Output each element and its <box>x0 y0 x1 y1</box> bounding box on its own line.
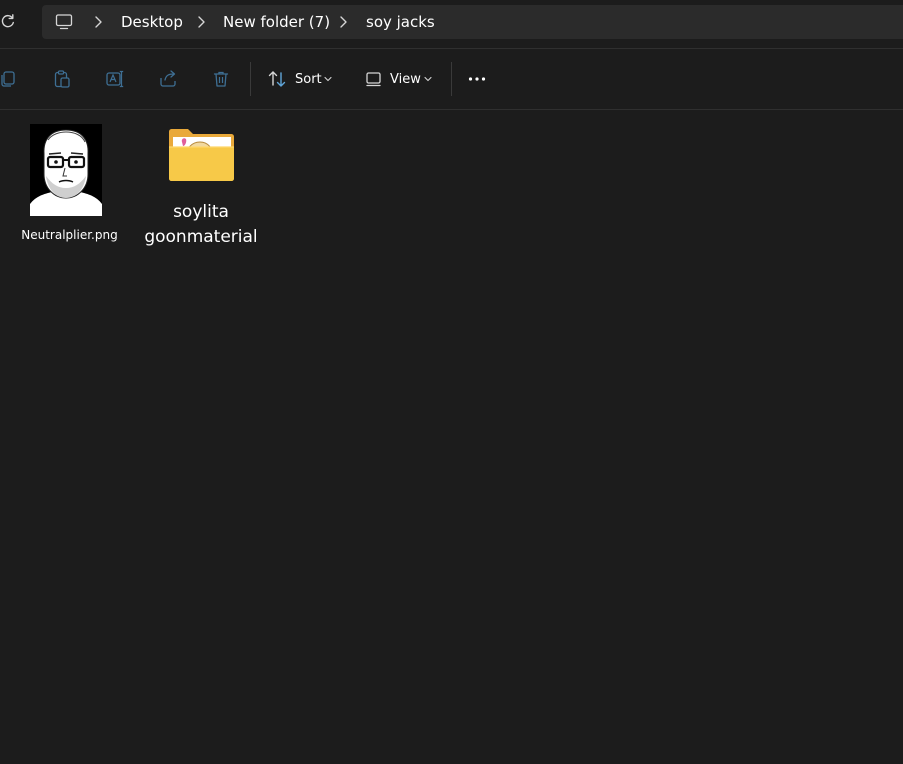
view-icon[interactable] <box>364 69 384 89</box>
address-bar: Desktop New folder (7) soy jacks <box>0 0 903 48</box>
file-view[interactable]: Neutralplier.png soylita goonmaterial <box>0 110 903 764</box>
command-bar: Sort View <box>0 49 903 109</box>
file-item[interactable]: Neutralplier.png <box>0 110 140 250</box>
image-thumbnail[interactable] <box>30 124 102 216</box>
folder-icon[interactable] <box>168 128 235 182</box>
breadcrumb[interactable]: Desktop New folder (7) soy jacks <box>42 5 903 39</box>
breadcrumb-item-new-folder[interactable]: New folder (7) <box>223 5 330 39</box>
breadcrumb-item-desktop[interactable]: Desktop <box>121 5 183 39</box>
toolbar-divider <box>250 62 251 96</box>
wojak-face-image <box>30 124 102 216</box>
sort-icon[interactable] <box>267 69 287 89</box>
chevron-down-icon[interactable] <box>323 74 333 84</box>
view-button[interactable]: View <box>390 71 421 89</box>
share-icon[interactable] <box>158 69 178 89</box>
paste-icon[interactable] <box>52 69 72 89</box>
toolbar-divider <box>451 62 452 96</box>
file-name-label[interactable]: Neutralplier.png <box>12 228 127 243</box>
refresh-icon[interactable] <box>0 13 16 29</box>
chevron-right-icon[interactable] <box>196 15 206 29</box>
folder-name-label[interactable]: soylita goonmaterial <box>140 200 262 250</box>
trash-icon[interactable] <box>211 69 231 89</box>
chevron-right-icon[interactable] <box>338 15 348 29</box>
chevron-right-icon[interactable] <box>93 15 103 29</box>
more-options-icon[interactable] <box>467 69 487 89</box>
rename-icon[interactable] <box>105 69 125 89</box>
sort-button[interactable]: Sort <box>295 71 322 89</box>
folder-name-line-2: goonmaterial <box>144 227 258 247</box>
copy-icon[interactable] <box>0 69 18 89</box>
chevron-down-icon[interactable] <box>423 74 433 84</box>
folder-name-line-1: soylita <box>173 202 229 222</box>
computer-icon[interactable] <box>55 13 73 31</box>
breadcrumb-item-soy-jacks[interactable]: soy jacks <box>366 5 435 39</box>
